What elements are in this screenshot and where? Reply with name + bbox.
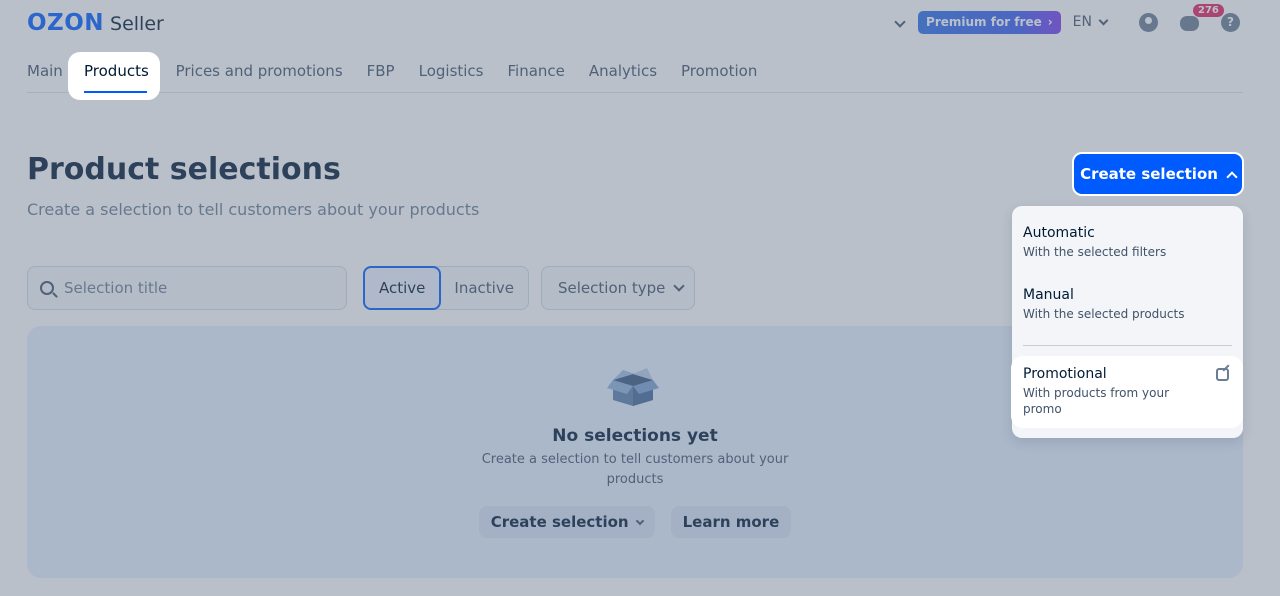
search-icon: [40, 281, 54, 295]
tab-analytics[interactable]: Analytics: [577, 52, 669, 90]
external-link-icon: [1216, 368, 1229, 381]
page: OZON Seller Premium for free › EN 276 ? …: [0, 0, 1280, 596]
help-icon[interactable]: ?: [1221, 12, 1240, 32]
menu-item-content: Promotional With products from your prom…: [1023, 366, 1198, 417]
selection-type-label: Selection type: [558, 279, 666, 297]
open-box-icon: [607, 368, 659, 406]
chevron-right-icon: ›: [1047, 15, 1053, 29]
empty-state-text: Create a selection to tell customers abo…: [481, 452, 789, 487]
chevron-down-icon[interactable]: [894, 16, 906, 28]
tab-finance[interactable]: Finance: [496, 52, 577, 90]
tab-products-label[interactable]: Products: [84, 62, 149, 80]
tab-active-indicator: [84, 91, 147, 93]
menu-item-title: Promotional: [1023, 366, 1107, 382]
logo-brand: OZON: [27, 10, 105, 36]
menu-item-manual[interactable]: Manual With the selected products: [1023, 287, 1223, 322]
premium-label: Premium for free: [926, 15, 1042, 29]
premium-button[interactable]: Premium for free ›: [918, 10, 1061, 34]
menu-divider: [1023, 345, 1232, 346]
chevron-up-icon: [1226, 170, 1238, 183]
status-active-button[interactable]: Active: [363, 266, 442, 310]
chat-bubble-shape: [1180, 15, 1199, 31]
tabs-divider: [27, 92, 1243, 93]
empty-create-selection-label: Create selection: [490, 513, 629, 531]
page-title: Product selections: [27, 152, 341, 187]
chevron-down-icon: [673, 280, 686, 292]
chevron-down-icon: [1098, 15, 1109, 25]
language-label: EN: [1072, 14, 1092, 30]
menu-item-description: With the selected filters: [1023, 245, 1167, 259]
user-icon[interactable]: [1139, 12, 1158, 32]
create-selection-label: Create selection: [1080, 165, 1218, 183]
empty-state-actions: Create selection Learn more: [27, 506, 1243, 538]
ozon-seller-logo[interactable]: OZON Seller: [27, 10, 164, 36]
chevron-down-icon: [635, 516, 644, 525]
search-field[interactable]: [27, 266, 347, 310]
create-selection-button[interactable]: Create selection: [1072, 152, 1244, 196]
selection-type-select[interactable]: Selection type: [541, 266, 695, 310]
status-inactive-button[interactable]: Inactive: [440, 267, 528, 309]
menu-item-promotional[interactable]: Promotional With products from your prom…: [1011, 356, 1243, 428]
tab-prices-and-promotions[interactable]: Prices and promotions: [164, 52, 355, 90]
empty-create-selection-button[interactable]: Create selection: [478, 506, 655, 538]
menu-item-title: Automatic: [1023, 225, 1095, 241]
learn-more-button[interactable]: Learn more: [670, 506, 792, 538]
status-toggle: Active Inactive: [363, 266, 529, 310]
menu-item-description: With products from your promo: [1023, 386, 1170, 416]
page-subtitle: Create a selection to tell customers abo…: [27, 200, 480, 219]
chat-icon[interactable]: 276: [1180, 3, 1224, 31]
search-input[interactable]: [64, 279, 334, 297]
header-actions: Premium for free › EN 276 ?: [894, 3, 1240, 34]
menu-item-automatic[interactable]: Automatic With the selected filters: [1023, 225, 1223, 260]
logo-product: Seller: [110, 13, 164, 35]
tab-promotion[interactable]: Promotion: [669, 52, 769, 90]
language-selector[interactable]: EN: [1072, 14, 1109, 30]
tab-fbp[interactable]: FBP: [355, 52, 407, 90]
tab-logistics[interactable]: Logistics: [407, 52, 496, 90]
learn-more-label: Learn more: [682, 513, 780, 531]
notifications-badge: 276: [1193, 3, 1224, 17]
menu-item-description: With the selected products: [1023, 307, 1185, 321]
menu-item-title: Manual: [1023, 287, 1074, 303]
